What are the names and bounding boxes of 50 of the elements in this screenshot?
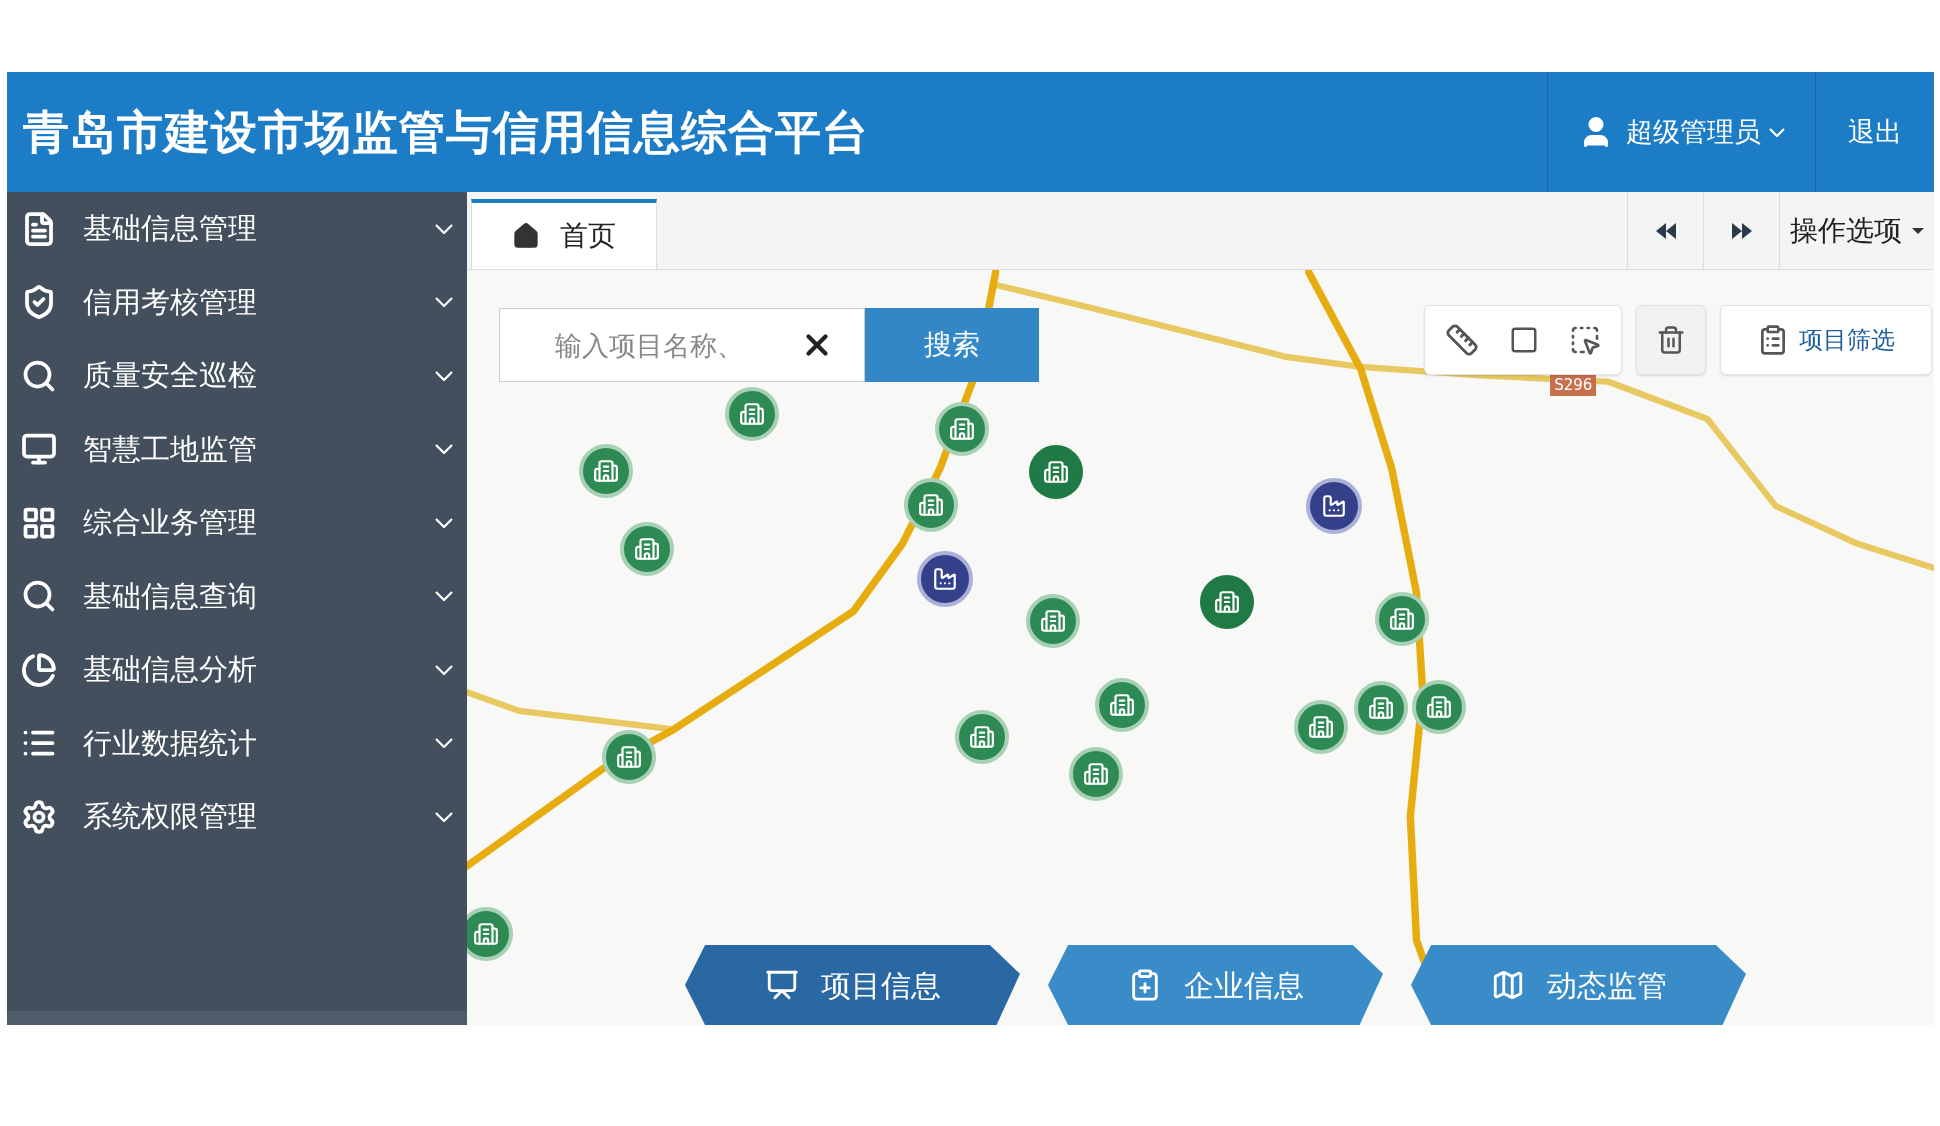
chevron-icon xyxy=(435,223,453,234)
chevron-icon xyxy=(435,738,453,749)
settings-icon xyxy=(21,798,57,835)
sidebar-item[interactable]: 基础信息查询 xyxy=(7,559,467,633)
options-dropdown[interactable]: 操作选项 xyxy=(1779,192,1934,269)
chevron-icon xyxy=(435,664,453,675)
user-menu[interactable]: 超级管理员 xyxy=(1626,111,1785,153)
chevron-icon xyxy=(435,370,453,381)
chevron-icon xyxy=(1769,127,1785,137)
sidebar-item[interactable]: 基础信息分析 xyxy=(7,633,467,707)
category-button[interactable]: 动态监管 xyxy=(1411,945,1746,1025)
sidebar-label: 质量安全巡检 xyxy=(83,357,258,394)
sidebar-label: 系统权限管理 xyxy=(83,798,258,835)
trash-icon xyxy=(1656,325,1686,355)
sidebar-label: 行业数据统计 xyxy=(83,724,258,762)
sidebar-item[interactable]: 信用考核管理 xyxy=(7,265,467,339)
sidebar-label: 智慧工地监管 xyxy=(83,430,258,468)
chevron-icon xyxy=(435,297,453,308)
search-button[interactable]: 搜索 xyxy=(865,308,1039,382)
ruler-icon[interactable] xyxy=(1445,323,1479,357)
pie-chart-icon xyxy=(21,651,57,688)
platform-title: 青岛市建设市场监管与信用信息综合平台 xyxy=(22,103,870,161)
chevron-icon xyxy=(435,811,453,822)
sidebar-label: 信用考核管理 xyxy=(83,283,258,321)
home-icon xyxy=(512,222,540,250)
sidebar-item[interactable]: 行业数据统计 xyxy=(7,706,467,780)
sidebar-label: 基础信息管理 xyxy=(83,210,258,247)
road-label: S296 xyxy=(1550,374,1597,397)
presentation-board-icon xyxy=(764,968,799,1002)
sidebar-item[interactable]: 综合业务管理 xyxy=(7,486,467,560)
category-button[interactable]: 企业信息 xyxy=(1048,945,1383,1025)
chevron-icon xyxy=(435,591,453,602)
fast-forward-icon xyxy=(1731,222,1752,239)
project-filter-button[interactable]: 项目筛选 xyxy=(1720,305,1932,375)
selection-cursor-icon[interactable] xyxy=(1569,324,1601,356)
rectangle-icon[interactable] xyxy=(1509,325,1539,355)
tab[interactable]: 首页 xyxy=(471,199,657,269)
sidebar-item[interactable]: 系统权限管理 xyxy=(7,780,467,854)
sidebar-item[interactable]: 质量安全巡检 xyxy=(7,339,467,413)
chevron-icon xyxy=(435,517,453,528)
rewind-icon xyxy=(1655,222,1676,239)
sidebar-label: 综合业务管理 xyxy=(83,504,258,541)
chevron-icon xyxy=(435,444,453,455)
sidebar-label: 基础信息分析 xyxy=(83,651,258,688)
sidebar-item[interactable]: 基础信息管理 xyxy=(7,192,467,266)
delete-button[interactable] xyxy=(1636,305,1706,375)
category-button[interactable]: 项目信息 xyxy=(685,945,1020,1025)
sidebar-item[interactable]: 智慧工地监管 xyxy=(7,412,467,486)
sidebar-label: 基础信息查询 xyxy=(83,577,258,615)
logout-link[interactable]: 退出 xyxy=(1848,111,1902,153)
